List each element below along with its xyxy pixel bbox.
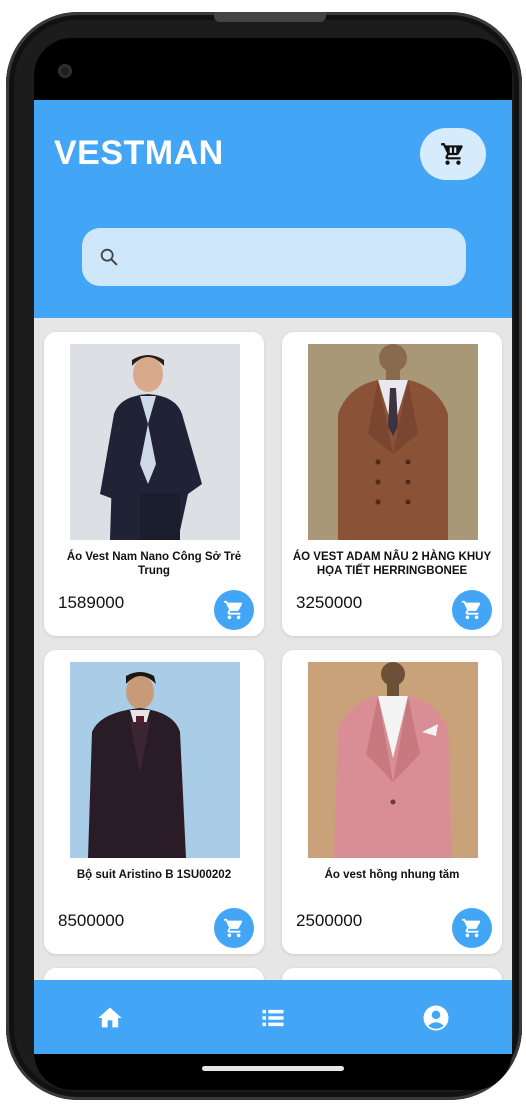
product-name: Bộ suit Aristino B 1SU00202 bbox=[76, 869, 232, 881]
app-title: VESTMAN bbox=[54, 134, 224, 172]
app-header: VESTMAN bbox=[34, 100, 512, 318]
search-input[interactable] bbox=[130, 228, 450, 286]
add-to-cart-icon bbox=[461, 600, 481, 620]
nav-home[interactable] bbox=[90, 998, 130, 1038]
product-name: ÁO VEST ADAM NÂU 2 HÀNG KHUY HỌA TIẾT HE… bbox=[292, 551, 492, 577]
home-icon bbox=[98, 1007, 122, 1028]
product-price: 1589000 bbox=[58, 593, 125, 612]
product-price: 3250000 bbox=[296, 593, 363, 612]
add-to-cart-icon bbox=[461, 918, 481, 938]
product-image bbox=[70, 662, 240, 858]
app-container: VESTMAN Áo Vest Nam Nano Công Sở Trẻ Tru… bbox=[34, 100, 512, 1054]
product-image bbox=[70, 344, 240, 540]
add-to-cart-icon bbox=[223, 918, 243, 938]
bottom-navigation bbox=[34, 980, 512, 1054]
product-image bbox=[308, 662, 478, 858]
product-card[interactable]: Áo Vest Nam Nano Công Sở Trẻ Trung 15890… bbox=[44, 332, 264, 636]
product-price: 2500000 bbox=[296, 911, 363, 930]
add-to-cart-button[interactable] bbox=[452, 908, 492, 948]
product-name: Áo vest hồng nhung tăm bbox=[324, 869, 460, 881]
search-icon bbox=[100, 248, 118, 266]
product-card[interactable]: Áo vest hồng nhung tăm 2500000 bbox=[282, 650, 502, 954]
product-image bbox=[308, 344, 478, 540]
cart-icon bbox=[441, 143, 463, 165]
list-icon bbox=[262, 1009, 284, 1027]
nav-account[interactable] bbox=[416, 998, 456, 1038]
account-icon bbox=[423, 1005, 449, 1031]
device-screen: VESTMAN Áo Vest Nam Nano Công Sở Trẻ Tru… bbox=[34, 38, 512, 1090]
product-card[interactable]: ÁO VEST ADAM NÂU 2 HÀNG KHUY HỌA TIẾT HE… bbox=[282, 332, 502, 636]
product-card[interactable]: Bộ suit Aristino B 1SU00202 8500000 bbox=[44, 650, 264, 954]
product-name: Áo Vest Nam Nano Công Sở Trẻ Trung bbox=[66, 551, 242, 577]
home-indicator[interactable] bbox=[202, 1066, 344, 1071]
add-to-cart-button[interactable] bbox=[214, 590, 254, 630]
add-to-cart-button[interactable] bbox=[214, 908, 254, 948]
add-to-cart-button[interactable] bbox=[452, 590, 492, 630]
nav-list[interactable] bbox=[253, 998, 293, 1038]
header-cart-button[interactable] bbox=[420, 128, 486, 180]
status-bar bbox=[34, 38, 512, 100]
add-to-cart-icon bbox=[223, 600, 243, 620]
product-price: 8500000 bbox=[58, 911, 125, 930]
search-bar[interactable] bbox=[82, 228, 466, 286]
phone-top-edge bbox=[214, 12, 326, 22]
front-camera bbox=[58, 64, 72, 78]
